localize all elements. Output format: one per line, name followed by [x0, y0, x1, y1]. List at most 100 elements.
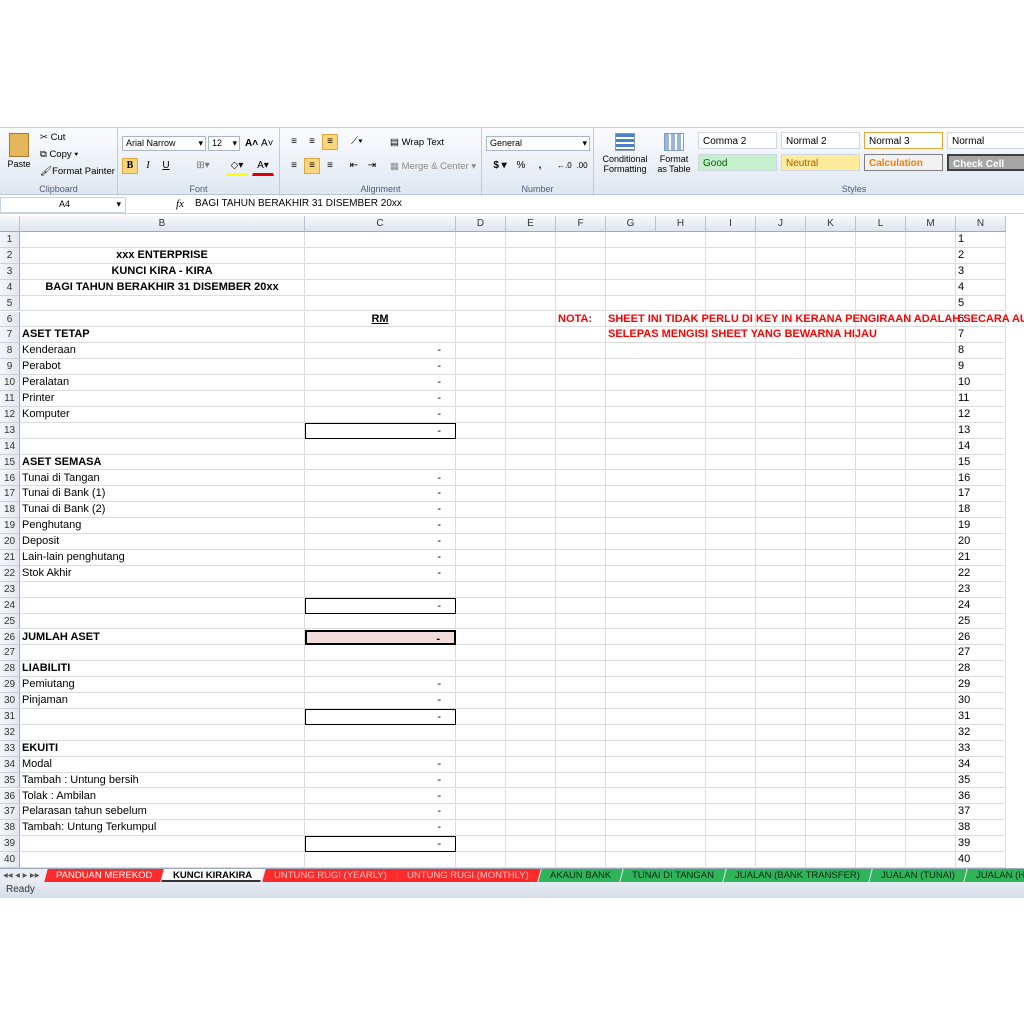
align-left-button[interactable]: ≡ — [286, 158, 302, 174]
cell-M39[interactable] — [906, 836, 956, 853]
cell-C4[interactable] — [305, 279, 456, 296]
cell-J11[interactable] — [756, 391, 806, 407]
cell-C27[interactable] — [305, 645, 456, 662]
cell-C31[interactable]: - — [305, 709, 456, 725]
name-box[interactable]: A4 ▾ — [0, 197, 126, 213]
cell-E24[interactable] — [506, 597, 556, 614]
cell-E16[interactable] — [506, 470, 556, 487]
cell-F28[interactable] — [556, 661, 606, 678]
row-header[interactable]: 16 — [0, 470, 20, 487]
cell-N24[interactable]: 24 — [956, 597, 1006, 614]
cell-K15[interactable] — [806, 454, 856, 471]
decrease-indent-button[interactable]: ⇤ — [346, 158, 362, 174]
cell-K18[interactable] — [806, 502, 856, 519]
cell-D21[interactable] — [456, 550, 506, 566]
cell-N21[interactable]: 21 — [956, 550, 1006, 566]
format-painter-button[interactable]: 🖌Format Painter — [40, 166, 115, 177]
cell-E39[interactable] — [506, 836, 556, 853]
cell-B30[interactable]: Pinjaman — [20, 693, 305, 709]
cell-K3[interactable] — [806, 263, 856, 280]
column-header-M[interactable]: M — [906, 216, 956, 232]
column-header-G[interactable]: G — [606, 216, 656, 232]
cell-D28[interactable] — [456, 661, 506, 678]
cell-E32[interactable] — [506, 724, 556, 741]
cell-F20[interactable] — [556, 534, 606, 550]
cell-E14[interactable] — [506, 438, 556, 455]
cell-N9[interactable]: 9 — [956, 359, 1006, 376]
sheet-tab[interactable]: JUALAN (BANK TRANSFER) — [723, 869, 873, 882]
cell-G30[interactable] — [606, 693, 656, 709]
column-header-E[interactable]: E — [506, 216, 556, 232]
row-header[interactable]: 12 — [0, 406, 20, 423]
cell-J33[interactable] — [756, 740, 806, 757]
cell-B19[interactable]: Penghutang — [20, 518, 305, 535]
cell-N27[interactable]: 27 — [956, 645, 1006, 662]
cell-G3[interactable] — [606, 264, 656, 280]
copy-button[interactable]: ⧉ Copy ▾ — [40, 149, 78, 160]
cell-G27[interactable] — [606, 645, 656, 662]
cell-F25[interactable] — [556, 613, 606, 630]
cell-N35[interactable]: 35 — [956, 772, 1006, 789]
cell-N14[interactable]: 14 — [956, 438, 1006, 455]
cell-L24[interactable] — [856, 597, 906, 614]
cell-E36[interactable] — [506, 788, 556, 805]
cell-N12[interactable]: 12 — [956, 406, 1006, 423]
cell-E6[interactable] — [506, 311, 556, 328]
row-header[interactable]: 9 — [0, 359, 20, 376]
cell-N29[interactable]: 29 — [956, 677, 1006, 694]
cell-D29[interactable] — [456, 677, 506, 694]
cell-M36[interactable] — [906, 788, 956, 805]
cell-L37[interactable] — [856, 804, 906, 821]
cell-D2[interactable] — [456, 247, 506, 264]
cell-H22[interactable] — [656, 565, 706, 582]
row-header[interactable]: 38 — [0, 820, 20, 837]
cell-D38[interactable] — [456, 820, 506, 837]
cell-I29[interactable] — [706, 677, 756, 694]
row-header[interactable]: 8 — [0, 343, 20, 360]
row-header[interactable]: 27 — [0, 645, 20, 662]
cell-K17[interactable] — [806, 486, 856, 503]
cell-H20[interactable] — [656, 534, 706, 550]
style-calculation[interactable]: Calculation — [864, 154, 943, 171]
cell-K9[interactable] — [806, 359, 856, 376]
column-header-B[interactable]: B — [20, 216, 305, 232]
cell-E35[interactable] — [506, 772, 556, 789]
cell-L35[interactable] — [856, 772, 906, 789]
cell-F35[interactable] — [556, 772, 606, 789]
cell-F33[interactable] — [556, 740, 606, 757]
cell-B37[interactable]: Pelarasan tahun sebelum — [20, 804, 305, 821]
cell-J13[interactable] — [756, 422, 806, 439]
cell-I26[interactable] — [706, 629, 756, 646]
cell-N23[interactable]: 23 — [956, 581, 1006, 598]
cell-E8[interactable] — [506, 343, 556, 360]
cell-B10[interactable]: Peralatan — [20, 375, 305, 391]
cell-L28[interactable] — [856, 661, 906, 678]
cell-K12[interactable] — [806, 406, 856, 423]
cell-I31[interactable] — [706, 709, 756, 725]
cell-N25[interactable]: 25 — [956, 613, 1006, 630]
cell-F24[interactable] — [556, 597, 606, 614]
cell-E1[interactable] — [506, 232, 556, 248]
column-header-N[interactable]: N — [956, 216, 1006, 232]
cell-M22[interactable] — [906, 565, 956, 582]
cell-G11[interactable] — [606, 391, 656, 407]
align-middle-button[interactable]: ≡ — [304, 134, 320, 150]
cell-E20[interactable] — [506, 534, 556, 550]
cell-G28[interactable] — [606, 661, 656, 678]
cell-M23[interactable] — [906, 581, 956, 598]
cell-C3[interactable] — [305, 263, 456, 280]
cell-F30[interactable] — [556, 693, 606, 709]
cell-M33[interactable] — [906, 740, 956, 757]
cell-H40[interactable] — [656, 852, 706, 868]
cell-G5[interactable] — [606, 296, 656, 312]
fx-icon[interactable]: fx — [176, 198, 184, 210]
cell-H3[interactable] — [656, 263, 706, 280]
cell-E12[interactable] — [506, 406, 556, 423]
cell-J19[interactable] — [756, 518, 806, 535]
borders-button[interactable]: ⊞▾ — [192, 158, 214, 174]
cell-K23[interactable] — [806, 581, 856, 598]
cell-M2[interactable] — [906, 247, 956, 264]
cell-J22[interactable] — [756, 565, 806, 582]
cell-M37[interactable] — [906, 804, 956, 821]
cell-J9[interactable] — [756, 359, 806, 376]
